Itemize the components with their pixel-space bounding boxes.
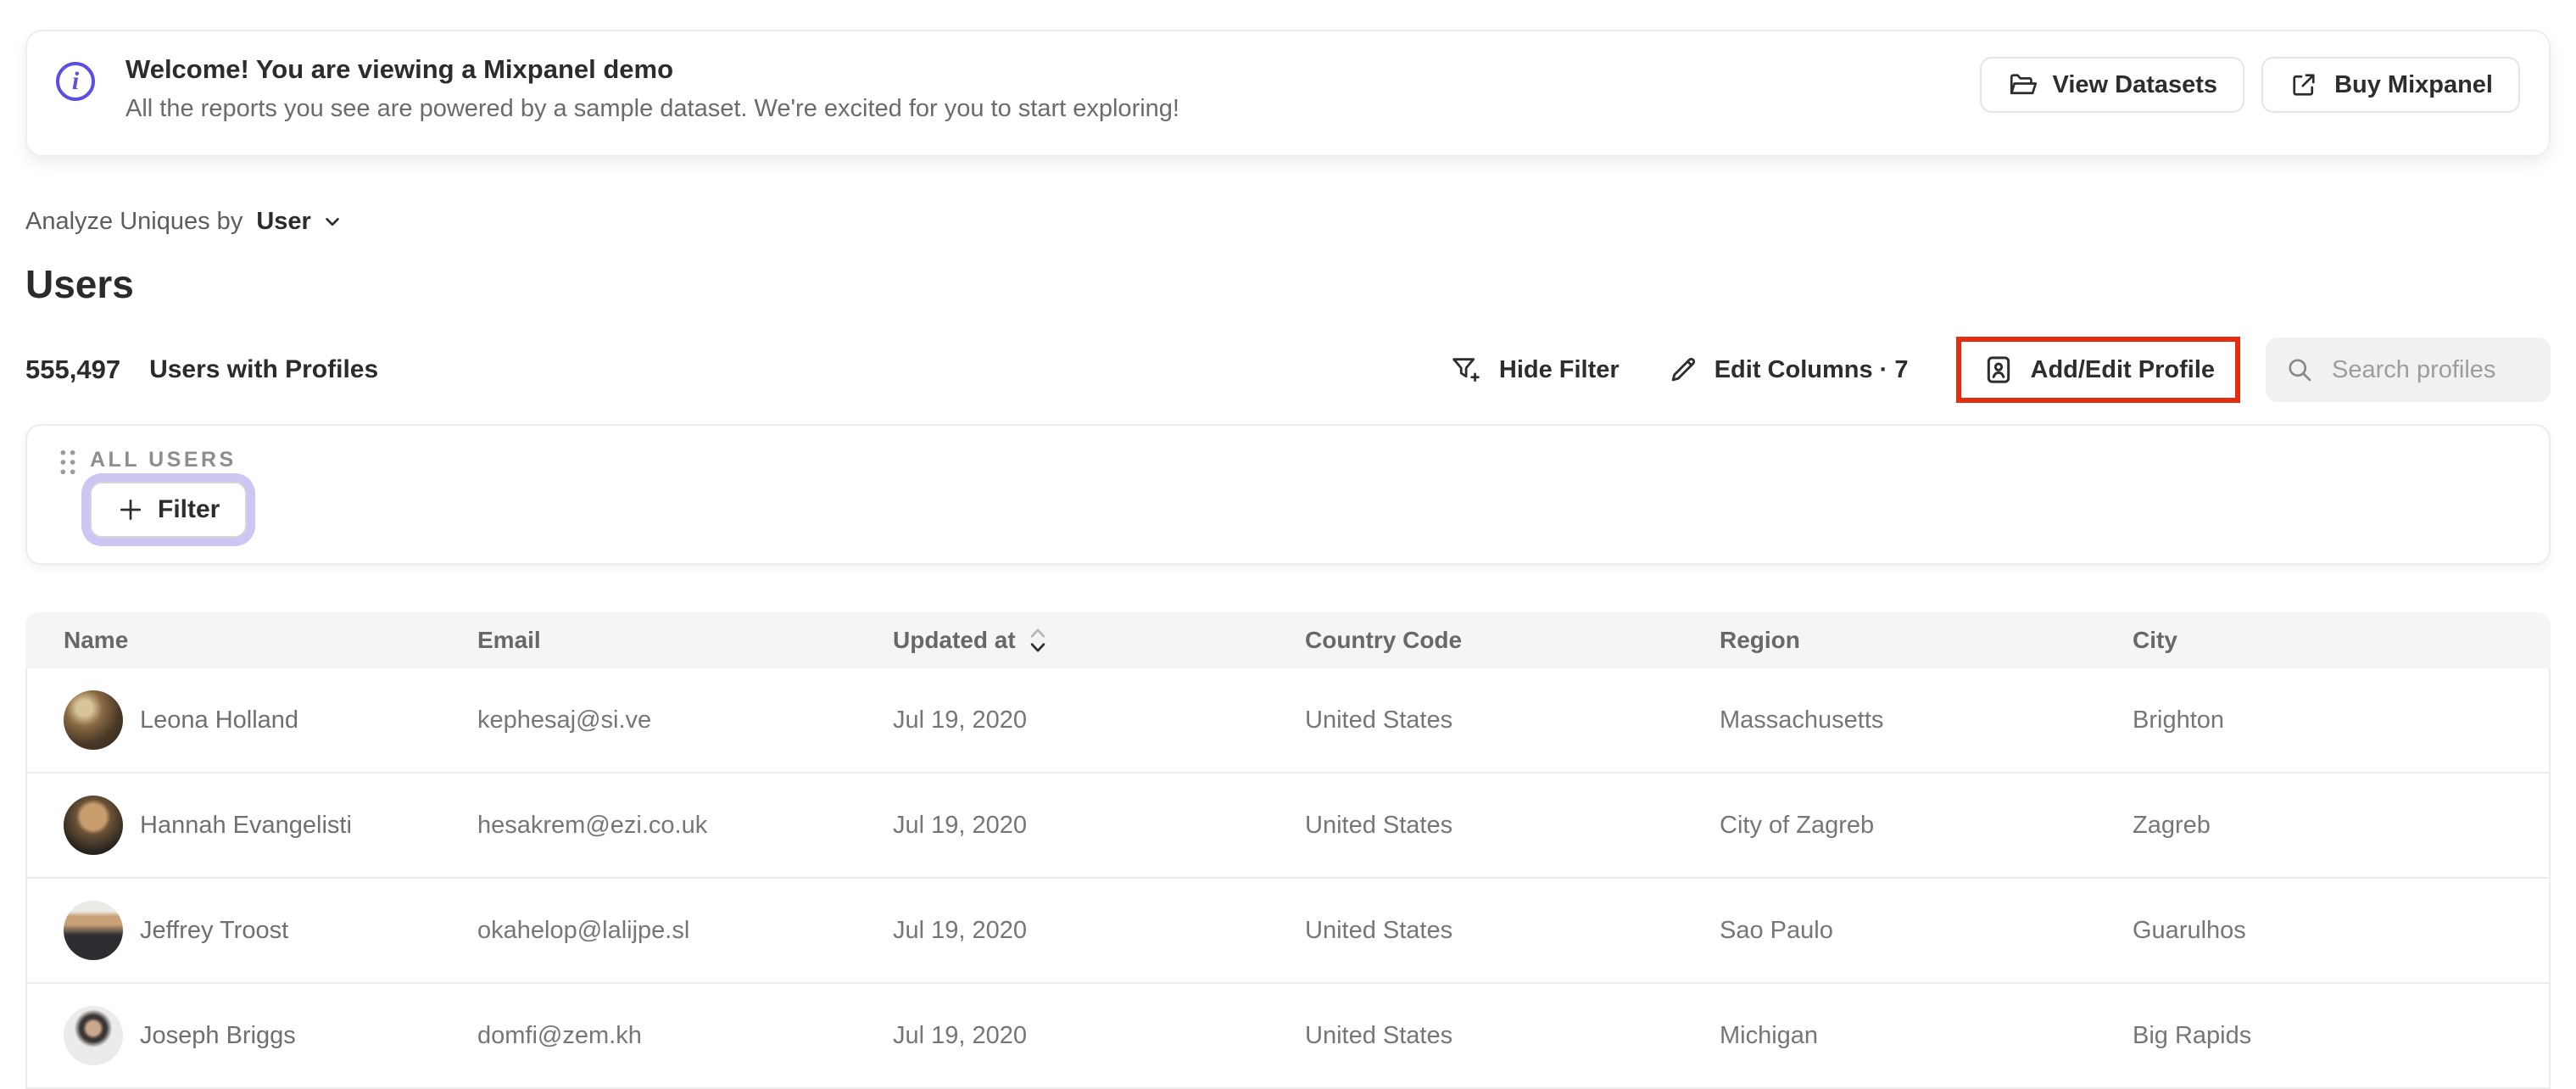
cell-city: Guarulhos bbox=[2133, 916, 2246, 944]
column-header-email[interactable]: Email bbox=[477, 627, 893, 654]
buy-mixpanel-button[interactable]: Buy Mixpanel bbox=[2261, 57, 2520, 113]
pencil-icon bbox=[1667, 354, 1699, 386]
add-filter-label: Filter bbox=[158, 495, 220, 523]
sort-icon[interactable] bbox=[1028, 625, 1048, 656]
plus-icon bbox=[117, 496, 144, 523]
banner-title: Welcome! You are viewing a Mixpanel demo bbox=[125, 54, 674, 84]
view-datasets-label: View Datasets bbox=[2052, 70, 2218, 98]
cell-city: Big Rapids bbox=[2133, 1021, 2252, 1049]
folder-icon bbox=[2007, 70, 2038, 100]
add-edit-profile-label: Add/Edit Profile bbox=[2030, 355, 2216, 383]
column-header-country-code[interactable]: Country Code bbox=[1305, 627, 1720, 654]
profile-badge-icon bbox=[1982, 353, 2016, 387]
column-header-city[interactable]: City bbox=[2133, 627, 2551, 654]
cell-name: Hannah Evangelisti bbox=[140, 811, 352, 839]
edit-columns-label: Edit Columns · 7 bbox=[1714, 355, 1909, 383]
add-filter-button[interactable]: Filter bbox=[90, 482, 248, 538]
analyze-uniques-label: Analyze Uniques by bbox=[25, 207, 243, 235]
add-edit-profile-button[interactable]: Add/Edit Profile bbox=[1982, 353, 2216, 387]
view-datasets-button[interactable]: View Datasets bbox=[1979, 57, 2245, 113]
cell-updated-at: Jul 19, 2020 bbox=[893, 811, 1028, 839]
profiles-count: 555,497 bbox=[25, 355, 121, 384]
hide-filter-button[interactable]: Hide Filter bbox=[1450, 353, 1620, 387]
drag-handle-icon[interactable] bbox=[58, 448, 78, 477]
analyze-uniques-by: Analyze Uniques by User bbox=[25, 202, 343, 241]
avatar bbox=[64, 690, 123, 750]
users-table: Name Email Updated at Country Code Regio… bbox=[25, 612, 2551, 1089]
search-profiles-box[interactable] bbox=[2266, 338, 2551, 402]
avatar bbox=[64, 796, 123, 855]
funnel-plus-icon bbox=[1450, 353, 1484, 387]
banner-subtitle: All the reports you see are powered by a… bbox=[125, 94, 1179, 122]
cell-updated-at: Jul 19, 2020 bbox=[893, 706, 1028, 734]
cell-region: Massachusetts bbox=[1720, 706, 1884, 734]
profiles-count-row: 555,497 Users with Profiles bbox=[25, 337, 378, 403]
cell-region: City of Zagreb bbox=[1720, 811, 1875, 839]
table-row[interactable]: Joseph Briggs domfi@zem.kh Jul 19, 2020 … bbox=[27, 984, 2549, 1089]
cell-country-code: United States bbox=[1305, 706, 1453, 734]
cell-country-code: United States bbox=[1305, 811, 1453, 839]
edit-columns-button[interactable]: Edit Columns · 7 bbox=[1667, 354, 1909, 386]
table-row[interactable]: Leona Holland kephesaj@si.ve Jul 19, 202… bbox=[27, 668, 2549, 773]
table-row[interactable]: Hannah Evangelisti hesakrem@ezi.co.uk Ju… bbox=[27, 773, 2549, 879]
cell-email: domfi@zem.kh bbox=[477, 1021, 642, 1049]
welcome-banner: i Welcome! You are viewing a Mixpanel de… bbox=[25, 30, 2551, 157]
all-users-label: ALL USERS bbox=[90, 448, 237, 472]
cell-email: hesakrem@ezi.co.uk bbox=[477, 811, 708, 839]
column-header-name[interactable]: Name bbox=[64, 627, 477, 654]
cell-country-code: United States bbox=[1305, 1021, 1453, 1049]
page-title: Users bbox=[25, 262, 134, 306]
column-header-region[interactable]: Region bbox=[1720, 627, 2133, 654]
external-link-icon bbox=[2289, 70, 2319, 100]
table-row[interactable]: Jeffrey Troost okahelop@lalijpe.sl Jul 1… bbox=[27, 879, 2549, 984]
cell-updated-at: Jul 19, 2020 bbox=[893, 916, 1028, 944]
avatar bbox=[64, 901, 123, 960]
cell-name: Jeffrey Troost bbox=[140, 916, 289, 944]
search-icon bbox=[2284, 355, 2315, 385]
profiles-count-label: Users with Profiles bbox=[149, 355, 379, 383]
cell-region: Michigan bbox=[1720, 1021, 1819, 1049]
table-toolbar: Hide Filter Edit Columns · 7 Add/Edit Pr… bbox=[1450, 337, 2551, 403]
cell-email: okahelop@lalijpe.sl bbox=[477, 916, 690, 944]
add-edit-profile-highlight: Add/Edit Profile bbox=[1955, 337, 2240, 403]
cell-updated-at: Jul 19, 2020 bbox=[893, 1021, 1028, 1049]
analyze-by-dropdown[interactable]: User bbox=[256, 208, 311, 236]
chevron-down-icon[interactable] bbox=[321, 210, 343, 232]
search-profiles-input[interactable] bbox=[2330, 355, 2532, 385]
cell-country-code: United States bbox=[1305, 916, 1453, 944]
buy-mixpanel-label: Buy Mixpanel bbox=[2334, 70, 2493, 98]
column-header-updated-at[interactable]: Updated at bbox=[893, 625, 1305, 656]
cell-city: Zagreb bbox=[2133, 811, 2211, 839]
cell-name: Leona Holland bbox=[140, 706, 299, 734]
avatar bbox=[64, 1006, 123, 1065]
cell-city: Brighton bbox=[2133, 706, 2225, 734]
hide-filter-label: Hide Filter bbox=[1498, 355, 1620, 383]
table-header-row: Name Email Updated at Country Code Regio… bbox=[25, 612, 2551, 668]
cell-email: kephesaj@si.ve bbox=[477, 706, 652, 734]
table-body: Leona Holland kephesaj@si.ve Jul 19, 202… bbox=[25, 668, 2551, 1089]
cell-name: Joseph Briggs bbox=[140, 1021, 296, 1049]
cell-region: Sao Paulo bbox=[1720, 916, 1833, 944]
all-users-filter-card: ALL USERS Filter bbox=[25, 424, 2551, 565]
info-icon: i bbox=[56, 62, 95, 101]
